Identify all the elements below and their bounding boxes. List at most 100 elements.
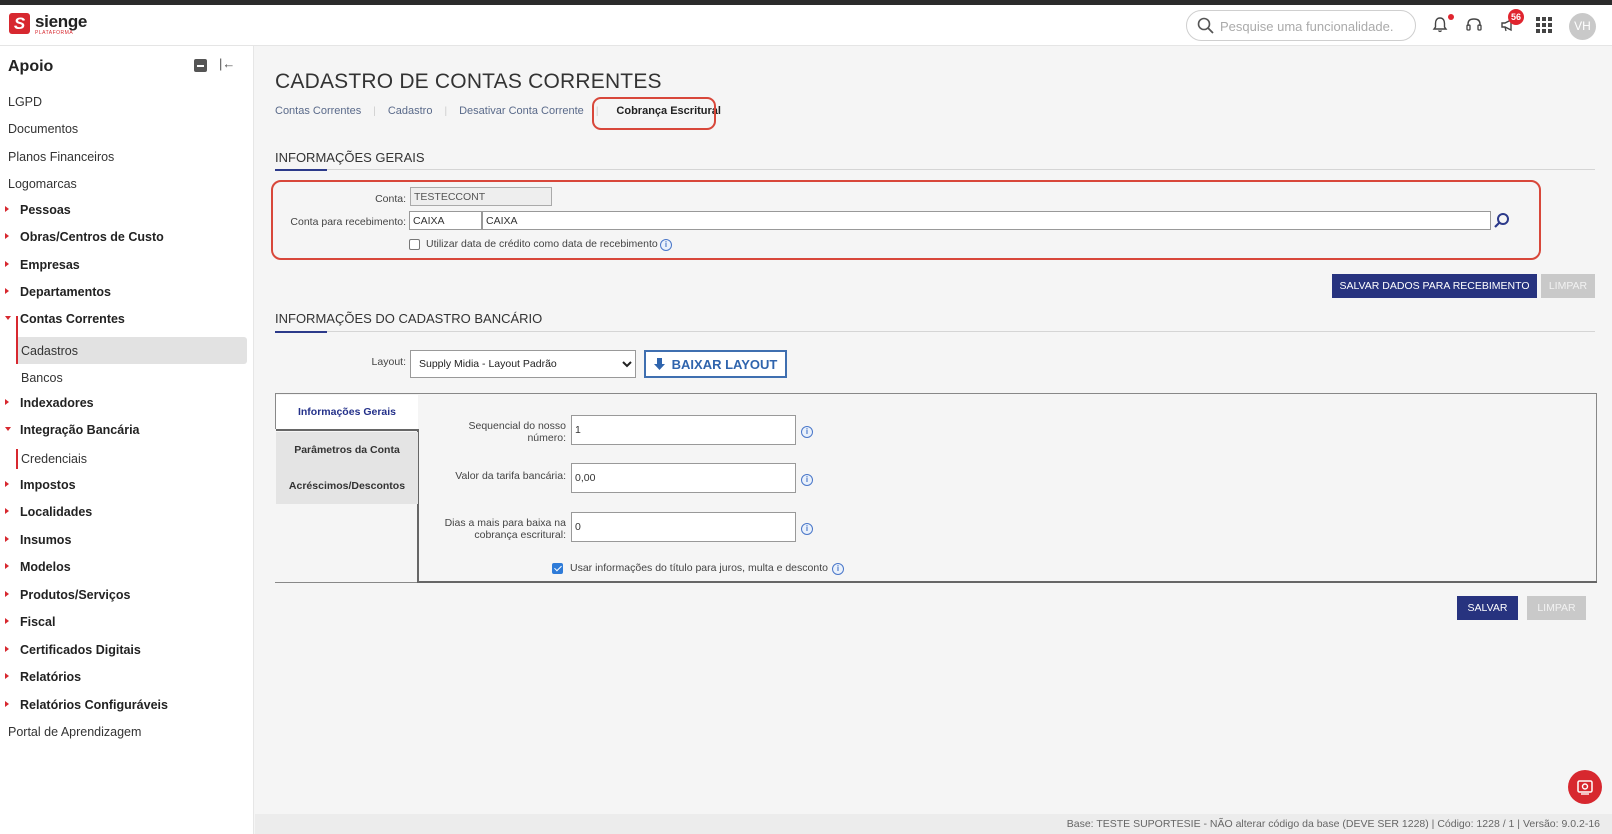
sidebar-item-logomarcas[interactable]: Logomarcas — [8, 175, 77, 193]
sidebar-item-departamentos[interactable]: Departamentos — [20, 283, 111, 301]
breadcrumb-contas-correntes[interactable]: Contas Correntes — [275, 105, 361, 117]
clear-bank-button[interactable]: LIMPAR — [1527, 596, 1586, 620]
chevron-right-icon — [5, 563, 9, 569]
clear-general-button[interactable]: LIMPAR — [1541, 274, 1595, 298]
credito-checkbox[interactable] — [409, 239, 420, 250]
chevron-right-icon — [5, 536, 9, 542]
headset-icon[interactable] — [1463, 14, 1485, 36]
conta-recebimento-code-field[interactable] — [409, 211, 482, 230]
sidebar-item-contas-correntes[interactable]: Contas Correntes — [20, 310, 125, 328]
sidebar-item-empresas[interactable]: Empresas — [20, 256, 80, 274]
download-layout-label: BAIXAR LAYOUT — [671, 356, 778, 372]
layout-select[interactable]: Supply Midia - Layout Padrão — [410, 350, 636, 378]
sienge-logo[interactable]: S sienge PLATAFORMA — [9, 13, 87, 36]
sidebar-item-relatorios[interactable]: Relatórios — [20, 668, 81, 686]
sidebar-item-portal-aprendizagem[interactable]: Portal de Aprendizagem — [8, 723, 141, 741]
sidebar-item-lgpd[interactable]: LGPD — [8, 93, 42, 111]
apps-grid-icon[interactable] — [1533, 14, 1555, 36]
search-box[interactable] — [1186, 10, 1416, 41]
section-accent — [275, 169, 327, 171]
sidebar-title: Apoio — [8, 58, 54, 75]
sidebar-item-indexadores[interactable]: Indexadores — [20, 394, 94, 412]
feedback-fab[interactable] — [1568, 770, 1602, 804]
info-icon[interactable]: i — [801, 426, 813, 438]
breadcrumb-separator: | — [444, 105, 448, 117]
page-title: CADASTRO DE CONTAS CORRENTES — [275, 70, 662, 93]
footer-base-info: Base: TESTE SUPORTESIE - NÃO alterar cód… — [1066, 818, 1600, 830]
chevron-down-icon — [5, 316, 11, 320]
conta-field — [410, 187, 552, 206]
user-avatar[interactable]: VH — [1569, 13, 1596, 40]
sidebar-item-cadastros[interactable]: Cadastros — [21, 342, 78, 360]
download-layout-button[interactable]: BAIXAR LAYOUT — [644, 350, 787, 378]
tab-acrescimos-descontos[interactable]: Acréscimos/Descontos — [276, 468, 418, 504]
dias-label-line1: Dias a mais para baixa na — [444, 517, 566, 529]
hide-sidebar-icon[interactable]: |← — [219, 56, 235, 71]
chevron-right-icon — [5, 508, 9, 514]
collapse-all-icon[interactable] — [194, 59, 207, 72]
breadcrumb-desativar[interactable]: Desativar Conta Corrente — [459, 105, 584, 117]
breadcrumb-separator: | — [373, 105, 376, 117]
conta-recebimento-name-field[interactable] — [482, 211, 1491, 230]
sidebar-item-integracao-bancaria[interactable]: Integração Bancária — [20, 421, 140, 439]
section-title-general: INFORMAÇÕES GERAIS — [275, 150, 425, 165]
breadcrumb-cadastro[interactable]: Cadastro — [388, 105, 433, 117]
chevron-right-icon — [5, 673, 9, 679]
chevron-right-icon — [5, 288, 9, 294]
tab-content — [417, 429, 1597, 583]
sidebar: Apoio |← LGPD Documentos Planos Financei… — [0, 46, 254, 834]
save-button[interactable]: SALVAR — [1457, 596, 1518, 620]
sidebar-item-impostos[interactable]: Impostos — [20, 476, 76, 494]
lookup-search-icon[interactable] — [1493, 212, 1511, 230]
conta-label: Conta: — [375, 193, 406, 205]
logo-name: sienge — [35, 12, 88, 31]
usar-info-checkbox[interactable] — [552, 563, 563, 574]
sequencial-field[interactable] — [571, 415, 796, 445]
chevron-down-icon — [5, 427, 11, 431]
chevron-right-icon — [5, 618, 9, 624]
chevron-right-icon — [5, 233, 9, 239]
section-accent — [275, 331, 327, 333]
top-bar: S sienge PLATAFORMA 56 VH — [0, 5, 1612, 46]
section-title-bank: INFORMAÇÕES DO CADASTRO BANCÁRIO — [275, 311, 543, 326]
footer: Base: TESTE SUPORTESIE - NÃO alterar cód… — [255, 814, 1612, 834]
chevron-right-icon — [5, 261, 9, 267]
section-divider — [275, 169, 1595, 170]
camera-feedback-icon — [1577, 780, 1593, 795]
sequencial-label: Sequencial do nosso número: — [440, 420, 567, 444]
usar-info-checkbox-label: Usar informações do título para juros, m… — [570, 562, 828, 574]
sidebar-item-produtos-servicos[interactable]: Produtos/Serviços — [20, 586, 130, 604]
info-icon[interactable]: i — [801, 523, 813, 535]
tarifa-field[interactable] — [571, 463, 796, 493]
sidebar-item-bancos[interactable]: Bancos — [21, 369, 63, 387]
sidebar-item-planos-financeiros[interactable]: Planos Financeiros — [8, 148, 114, 166]
logo-subtitle: PLATAFORMA — [35, 30, 74, 36]
sequencial-label-line2: número: — [527, 432, 566, 444]
credito-checkbox-label: Utilizar data de crédito como data de re… — [426, 238, 658, 250]
search-input[interactable] — [1220, 16, 1405, 36]
sidebar-item-insumos[interactable]: Insumos — [20, 531, 71, 549]
info-icon[interactable]: i — [660, 239, 672, 251]
info-icon[interactable]: i — [832, 563, 844, 575]
info-icon[interactable]: i — [801, 474, 813, 486]
sidebar-item-fiscal[interactable]: Fiscal — [20, 613, 55, 631]
download-arrow-icon — [653, 357, 665, 370]
sidebar-item-relatorios-configuraveis[interactable]: Relatórios Configuráveis — [20, 696, 168, 714]
sidebar-item-localidades[interactable]: Localidades — [20, 503, 92, 521]
sidebar-item-documentos[interactable]: Documentos — [8, 120, 78, 138]
sidebar-item-credenciais[interactable]: Credenciais — [21, 450, 87, 468]
sidebar-item-modelos[interactable]: Modelos — [20, 558, 71, 576]
dias-label-line2: cobrança escritural: — [474, 529, 566, 541]
tab-informacoes-gerais[interactable]: Informações Gerais — [276, 395, 418, 431]
sidebar-item-obras[interactable]: Obras/Centros de Custo — [20, 228, 164, 246]
sidebar-item-certificados-digitais[interactable]: Certificados Digitais — [20, 641, 141, 659]
chevron-right-icon — [5, 481, 9, 487]
save-receipt-data-button[interactable]: SALVAR DADOS PARA RECEBIMENTO — [1332, 274, 1537, 298]
sienge-logo-icon: S — [9, 13, 30, 34]
sidebar-tree-line — [16, 449, 18, 469]
sidebar-item-pessoas[interactable]: Pessoas — [20, 201, 71, 219]
dias-field[interactable] — [571, 512, 796, 542]
sidebar-tree-line — [16, 316, 18, 364]
chevron-right-icon — [5, 591, 9, 597]
tab-parametros-conta[interactable]: Parâmetros da Conta — [276, 432, 418, 468]
